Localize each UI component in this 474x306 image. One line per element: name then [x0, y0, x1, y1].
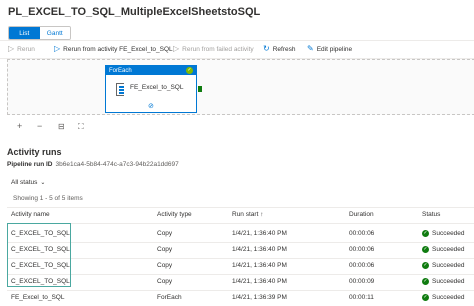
- run-start-cell: 1/4/21, 1:36:39 PM: [232, 294, 287, 301]
- refresh-button[interactable]: ↻ Refresh: [263, 45, 295, 53]
- success-check-icon: ✓: [186, 67, 193, 74]
- items-count: Showing 1 - 5 of 5 items: [13, 195, 83, 202]
- run-start-cell: 1/4/21, 1:36:40 PM: [232, 262, 287, 269]
- run-details-icon[interactable]: ⊘: [148, 102, 154, 110]
- column-header-status[interactable]: Status: [422, 211, 440, 218]
- table-row[interactable]: C_EXCEL_TO_SQL Copy 1/4/21, 1:36:40 PM 00:0…: [0, 226, 474, 242]
- sort-arrow-icon: ↑: [260, 211, 264, 218]
- column-header-activity-name[interactable]: Activity name: [11, 211, 50, 218]
- node-label: FE_Excel_to_SQL: [130, 84, 184, 91]
- duration-cell: 00:00:06: [349, 246, 375, 253]
- run-start-cell: 1/4/21, 1:36:40 PM: [232, 278, 287, 285]
- tab-gantt[interactable]: Gantt: [39, 27, 70, 39]
- status-cell: ✓ Succeeded: [422, 278, 465, 285]
- rerun-from-activity-button[interactable]: ▷ Rerun from activity FE_Excel_to_SQL: [54, 45, 173, 53]
- rerun-failed-button[interactable]: ▷ Rerun from failed activity: [173, 45, 254, 53]
- table-row[interactable]: C_EXCEL_TO_SQL Copy 1/4/21, 1:36:40 PM 00:0…: [0, 242, 474, 258]
- refresh-icon: ↻: [263, 44, 270, 53]
- selection-highlight: [7, 223, 71, 287]
- node-output-port[interactable]: [198, 86, 202, 92]
- duration-cell: 00:00:09: [349, 278, 375, 285]
- foreach-activity-node[interactable]: ForEach ✓ FE_Excel_to_SQL ⊘: [105, 65, 197, 113]
- status-cell: ✓ Succeeded: [422, 294, 465, 301]
- activity-type-cell: Copy: [157, 262, 173, 269]
- table-row[interactable]: FE_Excel_to_SQL ForEach 1/4/21, 1:36:39 PM…: [0, 290, 474, 306]
- success-check-icon: ✓: [422, 278, 429, 285]
- success-check-icon: ✓: [422, 230, 429, 237]
- fit-to-screen-icon[interactable]: ⊟: [58, 122, 65, 131]
- pencil-icon: ✎: [307, 44, 314, 53]
- activity-type-cell: Copy: [157, 278, 173, 285]
- foreach-icon: [116, 83, 124, 96]
- activity-type-cell: ForEach: [157, 294, 182, 301]
- success-check-icon: ✓: [422, 262, 429, 269]
- edit-pipeline-button[interactable]: ✎ Edit pipeline: [307, 45, 352, 53]
- activity-type-cell: Copy: [157, 246, 173, 253]
- run-start-cell: 1/4/21, 1:36:40 PM: [232, 246, 287, 253]
- play-icon: ▷: [54, 44, 61, 53]
- divider: [7, 207, 474, 208]
- status-filter-dropdown[interactable]: All status ⌄: [11, 179, 45, 186]
- reset-zoom-icon[interactable]: ⛶: [78, 122, 84, 132]
- table-row[interactable]: C_EXCEL_TO_SQL Copy 1/4/21, 1:36:40 PM 00:0…: [0, 274, 474, 290]
- play-icon: ▷: [8, 44, 15, 53]
- status-cell: ✓ Succeeded: [422, 230, 465, 237]
- activity-type-cell: Copy: [157, 230, 173, 237]
- divider: [7, 223, 474, 224]
- column-header-activity-type[interactable]: Activity type: [157, 211, 192, 218]
- duration-cell: 00:00:11: [349, 294, 374, 301]
- rerun-button[interactable]: ▷ Rerun: [8, 45, 35, 53]
- play-icon: ▷: [173, 44, 180, 53]
- duration-cell: 00:00:06: [349, 230, 375, 237]
- status-cell: ✓ Succeeded: [422, 262, 465, 269]
- status-cell: ✓ Succeeded: [422, 246, 465, 253]
- toolbar: ▷ Rerun ▷ Rerun from activity FE_Excel_t…: [0, 40, 474, 59]
- column-header-duration[interactable]: Duration: [349, 211, 374, 218]
- zoom-out-icon[interactable]: −: [37, 121, 42, 131]
- success-check-icon: ✓: [422, 294, 429, 301]
- success-check-icon: ✓: [422, 246, 429, 253]
- node-type-label: ForEach: [109, 67, 132, 74]
- activity-runs-heading: Activity runs: [7, 147, 62, 157]
- duration-cell: 00:00:06: [349, 262, 375, 269]
- chevron-down-icon: ⌄: [40, 180, 46, 186]
- table-row[interactable]: C_EXCEL_TO_SQL Copy 1/4/21, 1:36:40 PM 00:0…: [0, 258, 474, 274]
- pipeline-title: PL_EXCEL_TO_SQL_MultipleExcelSheetstoSQL: [8, 6, 261, 18]
- run-start-cell: 1/4/21, 1:36:40 PM: [232, 230, 287, 237]
- pipeline-run-id: Pipeline run ID 3b6e1ca4-5b84-474c-a7c3-9…: [7, 161, 179, 168]
- column-header-run-start[interactable]: Run start ↑: [232, 211, 263, 218]
- activity-name-cell[interactable]: FE_Excel_to_SQL: [11, 294, 64, 301]
- tab-list[interactable]: List: [9, 27, 40, 39]
- view-toggle: List Gantt: [8, 26, 71, 40]
- zoom-in-icon[interactable]: +: [17, 121, 22, 131]
- pipeline-canvas[interactable]: [7, 59, 474, 115]
